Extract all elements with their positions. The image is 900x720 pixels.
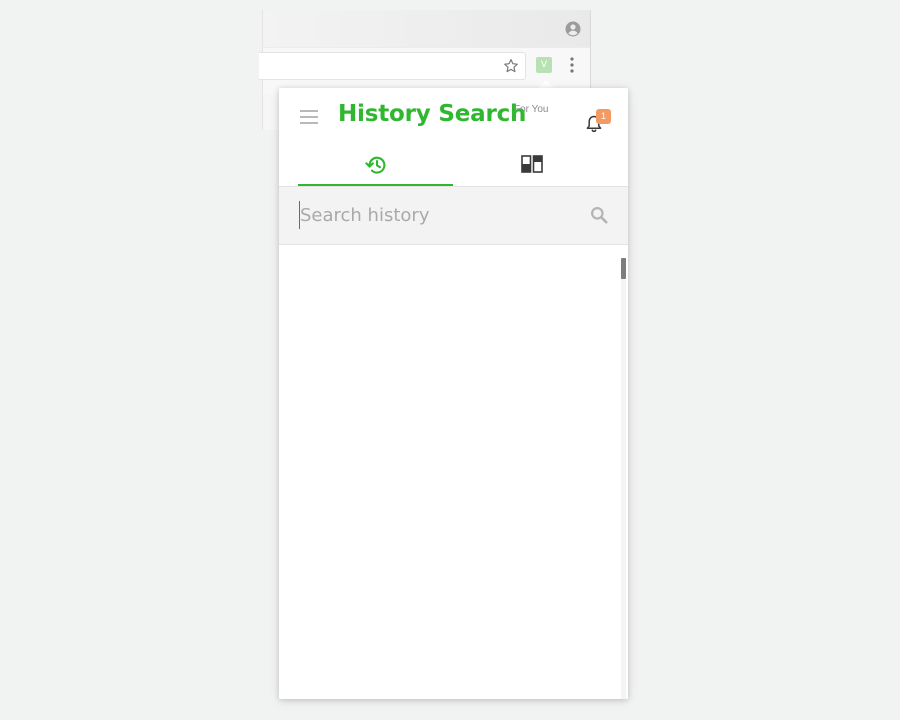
browser-titlebar — [263, 10, 590, 47]
tab-history[interactable] — [298, 144, 453, 186]
scrollbar-thumb[interactable] — [621, 258, 626, 279]
star-icon[interactable] — [503, 58, 519, 74]
notification-count-badge: 1 — [596, 109, 611, 124]
extension-icon[interactable]: V — [536, 57, 552, 73]
search-icon[interactable] — [590, 206, 608, 224]
hamburger-menu-icon[interactable] — [300, 110, 318, 124]
history-clock-icon — [364, 156, 385, 174]
history-search-popup: History Search For You 1 — [279, 88, 628, 699]
kebab-menu-icon[interactable] — [566, 56, 578, 74]
address-bar[interactable] — [259, 52, 526, 80]
search-bar — [279, 186, 628, 245]
scrollbar-track[interactable] — [621, 258, 626, 699]
for-you-link[interactable]: For You — [514, 104, 548, 115]
search-input[interactable] — [299, 201, 580, 229]
account-icon[interactable] — [565, 21, 581, 37]
history-results-list — [279, 245, 628, 699]
notifications-button[interactable]: 1 — [584, 109, 612, 136]
app-title: History Search — [338, 101, 527, 127]
popup-header: History Search For You 1 — [279, 88, 628, 186]
tab-split-view[interactable] — [454, 144, 609, 186]
split-view-icon — [520, 155, 543, 173]
